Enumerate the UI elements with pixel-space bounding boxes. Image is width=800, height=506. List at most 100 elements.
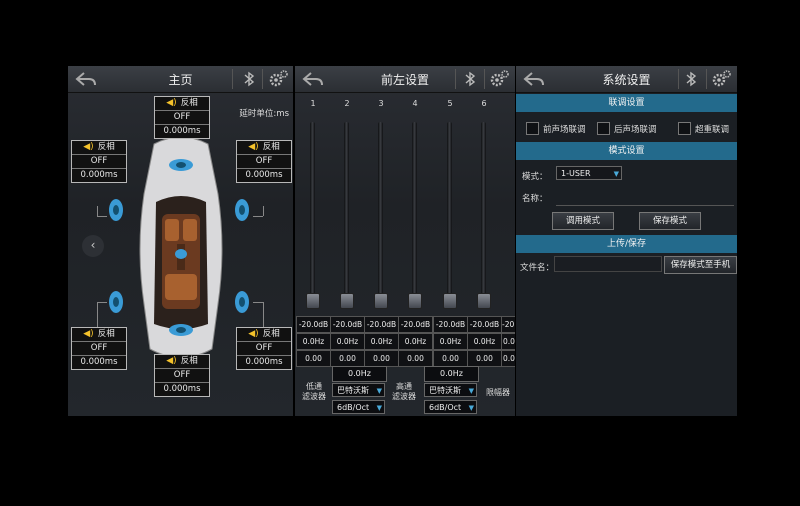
mode-select-value: 1-USER xyxy=(561,169,591,178)
gain-slider-handle[interactable] xyxy=(306,293,320,309)
q-value[interactable]: 0.00 xyxy=(433,350,468,367)
chevron-down-icon: ▼ xyxy=(376,404,382,412)
checkbox-label: 后声场联调 xyxy=(614,124,657,135)
filename-input[interactable] xyxy=(554,256,662,272)
gain-slider-track[interactable] xyxy=(481,122,486,300)
sub-linkage-checkbox[interactable]: 超重联调 xyxy=(678,122,729,135)
gain-value[interactable]: -20.0 xyxy=(501,316,515,333)
bluetooth-icon[interactable] xyxy=(461,70,479,88)
gear-icon[interactable] xyxy=(267,69,289,89)
mode-label: 模式： xyxy=(522,172,548,182)
speaker-delay[interactable]: 0.000ms xyxy=(237,169,291,182)
frequency-value[interactable]: 0.0Hz xyxy=(433,333,468,350)
invert-toggle[interactable]: 反相 xyxy=(98,141,115,154)
checkbox[interactable] xyxy=(678,122,691,135)
q-value[interactable]: 0.0 xyxy=(501,350,515,367)
gain-slider-handle[interactable] xyxy=(443,293,457,309)
mode-select[interactable]: 1-USER ▼ xyxy=(556,166,622,180)
q-value[interactable]: 0.00 xyxy=(330,350,365,367)
speaker-state[interactable]: OFF xyxy=(72,155,126,169)
speaker-icon xyxy=(109,291,123,313)
gain-slider-track[interactable] xyxy=(344,122,349,300)
call-mode-button[interactable]: 调用模式 xyxy=(552,212,614,230)
highpass-filter-label: 高通 滤波器 xyxy=(392,382,416,401)
lowpass-frequency[interactable]: 0.0Hz xyxy=(332,366,387,382)
speaker-delay[interactable]: 0.000ms xyxy=(237,356,291,369)
frequency-value[interactable]: 0.0Hz xyxy=(398,333,433,350)
limiter-label[interactable]: 限幅器 xyxy=(482,388,514,398)
linkage-section-header: 联调设置 xyxy=(516,94,737,112)
gain-slider-track[interactable] xyxy=(447,122,452,300)
divider xyxy=(262,69,263,89)
channel-number: 6 xyxy=(481,99,487,108)
lowpass-type-select[interactable]: 巴特沃斯 ▼ xyxy=(332,383,385,397)
gain-slider-track[interactable] xyxy=(378,122,383,300)
highpass-slope-select[interactable]: 6dB/Oct ▼ xyxy=(424,400,477,414)
speaker-volume-icon: ◀) xyxy=(166,356,177,366)
gain-slider-handle[interactable] xyxy=(340,293,354,309)
speaker-state[interactable]: OFF xyxy=(155,369,209,383)
invert-toggle[interactable]: 反相 xyxy=(181,97,198,110)
q-value[interactable]: 0.00 xyxy=(364,350,399,367)
frequency-value[interactable]: 0.0Hz xyxy=(364,333,399,350)
gain-value[interactable]: -20.0dB xyxy=(398,316,433,333)
divider xyxy=(678,69,679,89)
q-value[interactable]: 0.00 xyxy=(398,350,433,367)
frequency-value[interactable]: 0.0Hz xyxy=(296,333,331,350)
speaker-box-rear-right: ◀) 反相 OFF 0.000ms xyxy=(236,327,292,370)
speaker-volume-icon: ◀) xyxy=(166,98,177,108)
front-linkage-checkbox[interactable]: 前声场联调 xyxy=(526,122,586,135)
q-value[interactable]: 0.00 xyxy=(296,350,331,367)
speaker-delay[interactable]: 0.000ms xyxy=(155,383,209,396)
speaker-state[interactable]: OFF xyxy=(72,342,126,356)
gain-value[interactable]: -20.0dB xyxy=(330,316,365,333)
invert-toggle[interactable]: 反相 xyxy=(181,355,198,368)
gain-value[interactable]: -20.0dB xyxy=(467,316,502,333)
speaker-delay[interactable]: 0.000ms xyxy=(155,125,209,138)
speaker-box-front-left: ◀) 反相 OFF 0.000ms xyxy=(71,140,127,183)
gain-slider-handle[interactable] xyxy=(477,293,491,309)
gear-icon[interactable] xyxy=(488,69,510,89)
invert-toggle[interactable]: 反相 xyxy=(263,328,280,341)
page-title: 主页 xyxy=(168,73,193,87)
speaker-volume-icon: ◀) xyxy=(83,329,94,339)
lowpass-slope-select[interactable]: 6dB/Oct ▼ xyxy=(332,400,385,414)
gain-slider-track[interactable] xyxy=(412,122,417,300)
mode-section-header: 模式设置 xyxy=(516,142,737,160)
checkbox[interactable] xyxy=(526,122,539,135)
gain-value[interactable]: -20.0dB xyxy=(433,316,468,333)
speaker-state[interactable]: OFF xyxy=(155,111,209,125)
channel-number: 4 xyxy=(412,99,418,108)
rear-linkage-checkbox[interactable]: 后声场联调 xyxy=(597,122,657,135)
gain-slider-handle[interactable] xyxy=(374,293,388,309)
bluetooth-icon[interactable] xyxy=(240,70,258,88)
speaker-delay[interactable]: 0.000ms xyxy=(72,356,126,369)
divider xyxy=(455,69,456,89)
highpass-type-select[interactable]: 巴特沃斯 ▼ xyxy=(424,383,477,397)
save-mode-button[interactable]: 保存模式 xyxy=(639,212,701,230)
invert-toggle[interactable]: 反相 xyxy=(263,141,280,154)
page-title: 前左设置 xyxy=(380,73,429,87)
prev-page-button[interactable]: ‹ xyxy=(82,235,104,257)
gain-slider-track[interactable] xyxy=(310,122,315,300)
checkbox[interactable] xyxy=(597,122,610,135)
q-value[interactable]: 0.00 xyxy=(467,350,502,367)
checkbox-label: 超重联调 xyxy=(695,124,730,135)
gain-value[interactable]: -20.0dB xyxy=(296,316,331,333)
connector-line xyxy=(97,302,98,327)
frequency-value[interactable]: 0.0 xyxy=(501,333,515,350)
speaker-box-front-center: ◀) 反相 OFF 0.000ms xyxy=(154,96,210,139)
speaker-state[interactable]: OFF xyxy=(237,342,291,356)
speaker-state[interactable]: OFF xyxy=(237,155,291,169)
bluetooth-icon[interactable] xyxy=(682,70,700,88)
name-input[interactable] xyxy=(556,205,734,206)
speaker-delay[interactable]: 0.000ms xyxy=(72,169,126,182)
frequency-value[interactable]: 0.0Hz xyxy=(330,333,365,350)
gain-value[interactable]: -20.0dB xyxy=(364,316,399,333)
gain-slider-handle[interactable] xyxy=(408,293,422,309)
frequency-value[interactable]: 0.0Hz xyxy=(467,333,502,350)
invert-toggle[interactable]: 反相 xyxy=(98,328,115,341)
highpass-frequency[interactable]: 0.0Hz xyxy=(424,366,479,382)
gear-icon[interactable] xyxy=(710,69,732,89)
save-to-phone-button[interactable]: 保存模式至手机 xyxy=(664,256,737,274)
